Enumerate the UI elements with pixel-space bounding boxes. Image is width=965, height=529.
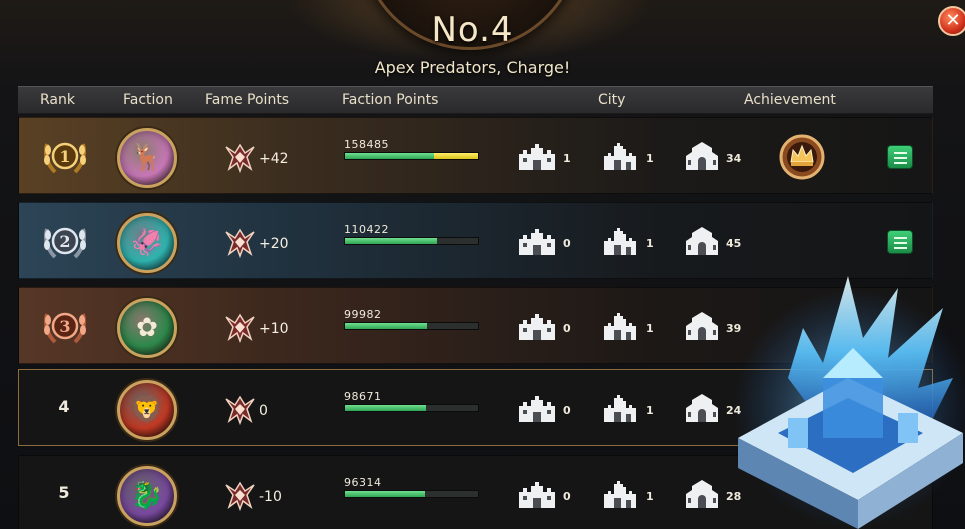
fortress-city-icon [517, 478, 557, 510]
fame-points-icon [223, 395, 257, 426]
city-count: 1 [646, 322, 654, 335]
faction-points-bar-fill [345, 491, 425, 497]
castle-city-icon [600, 310, 640, 342]
temple-city-icon [682, 478, 722, 510]
fame-points-value: -10 [259, 489, 282, 505]
header-faction: Faction [123, 92, 173, 108]
faction-points-bar-fill [345, 323, 428, 329]
stag-sigil-icon[interactable]: 🦌 [117, 128, 177, 188]
fame-points-value: +10 [259, 321, 289, 337]
faction-points-bar-gold [434, 153, 478, 159]
silver-laurel-badge: 2 [41, 221, 89, 263]
fame-points-value: 0 [259, 403, 268, 419]
fame-points-icon [223, 143, 257, 174]
rank-number: 1 [59, 147, 70, 166]
temple-city-icon [682, 225, 722, 257]
fame-points-value: +42 [259, 151, 289, 167]
page-subtitle: Apex Predators, Charge! [374, 58, 571, 77]
city-count: 0 [563, 322, 571, 335]
rank-number: 3 [59, 317, 70, 336]
page-title: No.4 [431, 10, 514, 50]
fortress-city-icon [517, 225, 557, 257]
kraken-sigil-icon[interactable]: 🦑 [117, 213, 177, 273]
city-count: 0 [563, 490, 571, 503]
fortress-city-icon [517, 310, 557, 342]
fortress-city-icon [517, 392, 557, 424]
faction-points-bar-fill [345, 153, 435, 159]
faction-points-bar [344, 404, 479, 412]
city-count: 1 [646, 404, 654, 417]
temple-city-icon [682, 310, 722, 342]
fame-points-icon [223, 481, 257, 512]
fame-points-value: +20 [259, 236, 289, 252]
city-count: 1 [646, 490, 654, 503]
faction-points-value: 99982 [344, 308, 382, 321]
header-achievement: Achievement [744, 92, 836, 108]
bronze-laurel-badge: 3 [41, 306, 89, 348]
close-icon[interactable]: ✕ [938, 6, 965, 36]
castle-city-icon [600, 225, 640, 257]
table-row: 1 🦌 +42 158485 1 1 34 [18, 117, 933, 194]
crown-achievement-icon[interactable] [779, 134, 825, 180]
faction-points-bar [344, 152, 479, 160]
table-header: Rank Faction Fame Points Faction Points … [18, 86, 933, 114]
city-count: 1 [646, 237, 654, 250]
lion-sigil-icon[interactable]: 🦁 [117, 380, 177, 440]
faction-points-value: 110422 [344, 223, 389, 236]
rank-number: 5 [58, 483, 70, 502]
city-count: 1 [563, 152, 571, 165]
city-count: 0 [563, 404, 571, 417]
castle-city-icon [600, 478, 640, 510]
ice-fortress-illustration [733, 276, 965, 529]
rank-number: 2 [59, 232, 70, 251]
temple-city-icon [682, 140, 722, 172]
gold-laurel-badge: 1 [41, 136, 89, 178]
faction-points-bar [344, 322, 479, 330]
castle-city-icon [600, 392, 640, 424]
city-count: 45 [726, 237, 742, 250]
faction-points-bar-fill [345, 238, 437, 244]
castle-city-icon [600, 140, 640, 172]
rose-sigil-icon[interactable]: ✿ [117, 298, 177, 358]
fame-points-icon [223, 313, 257, 344]
city-count: 0 [563, 237, 571, 250]
temple-city-icon [682, 392, 722, 424]
faction-points-value: 96314 [344, 476, 382, 489]
header-city: City [598, 92, 626, 108]
details-button[interactable] [887, 230, 913, 254]
header-faction-points: Faction Points [342, 92, 439, 108]
faction-points-bar-fill [345, 405, 427, 411]
header-rank: Rank [40, 92, 75, 108]
details-button[interactable] [887, 145, 913, 169]
faction-points-bar [344, 490, 479, 498]
fame-points-icon [223, 228, 257, 259]
city-count: 34 [726, 152, 742, 165]
fortress-city-icon [517, 140, 557, 172]
header-fame-points: Fame Points [205, 92, 290, 108]
dragon-sigil-icon[interactable]: 🐉 [117, 466, 177, 526]
rank-number: 4 [58, 397, 70, 416]
faction-points-bar [344, 237, 479, 245]
city-count: 1 [646, 152, 654, 165]
faction-points-value: 98671 [344, 390, 382, 403]
faction-points-value: 158485 [344, 138, 389, 151]
